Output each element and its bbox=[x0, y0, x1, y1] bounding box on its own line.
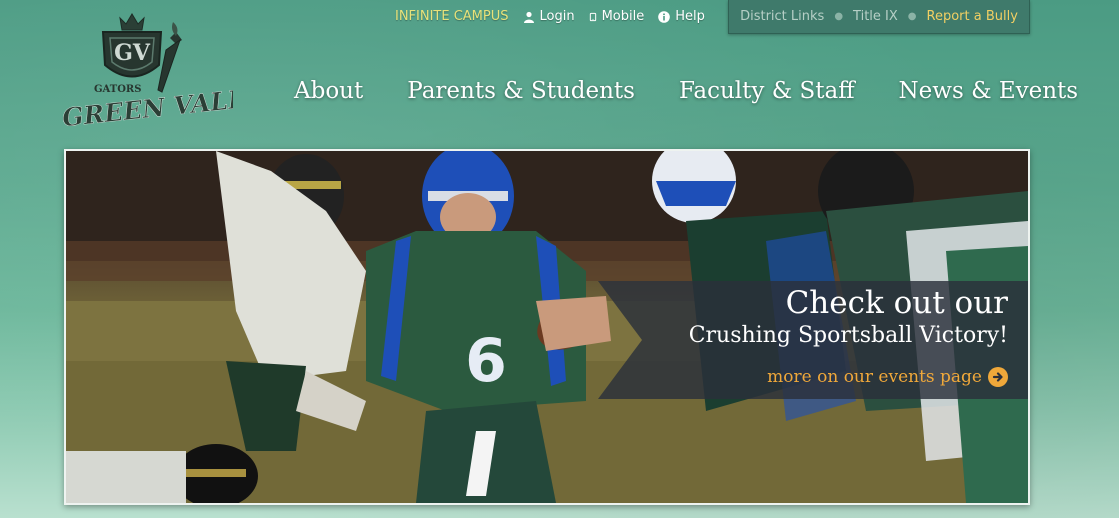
help-label: Help bbox=[675, 9, 705, 24]
nav-item-about[interactable]: About bbox=[294, 78, 363, 104]
nav-item-faculty-staff[interactable]: Faculty & Staff bbox=[679, 78, 855, 104]
info-icon bbox=[658, 10, 671, 23]
utility-bar: INFINITE CAMPUS Login Mobile Help bbox=[395, 9, 705, 24]
logo-main-text: GREEN VALLEY bbox=[61, 80, 233, 132]
hero-caption-banner: Check out our Crushing Sportsball Victor… bbox=[598, 281, 1028, 399]
infinite-campus-label: INFINITE CAMPUS bbox=[395, 9, 509, 24]
login-link[interactable]: Login bbox=[523, 9, 575, 24]
separator-dot: ● bbox=[834, 11, 844, 22]
district-links-link[interactable]: District Links bbox=[740, 9, 824, 24]
infinite-campus-link[interactable]: INFINITE CAMPUS bbox=[395, 9, 509, 24]
hero-subtitle: Crushing Sportsball Victory! bbox=[688, 323, 1008, 348]
logo-top-text: GATORS bbox=[94, 84, 141, 95]
events-page-link-label: more on our events page bbox=[767, 367, 982, 387]
mobile-phone-icon bbox=[589, 12, 596, 21]
district-links-bar: District Links ● Title IX ● Report a Bul… bbox=[728, 0, 1030, 34]
mobile-label: Mobile bbox=[601, 9, 645, 24]
arrow-right-icon bbox=[988, 367, 1008, 387]
title-ix-link[interactable]: Title IX bbox=[853, 9, 898, 24]
login-label: Login bbox=[539, 9, 575, 24]
hero-title: Check out our bbox=[785, 285, 1008, 321]
main-nav: About Parents & Students Faculty & Staff… bbox=[294, 78, 1078, 104]
nav-item-news-events[interactable]: News & Events bbox=[899, 78, 1079, 104]
gator-crest-icon: GV GATORS GREEN VALLEY bbox=[61, 13, 286, 133]
events-page-link[interactable]: more on our events page bbox=[767, 367, 1008, 387]
help-link[interactable]: Help bbox=[658, 9, 705, 24]
separator-dot: ● bbox=[907, 11, 917, 22]
nav-item-parents-students[interactable]: Parents & Students bbox=[407, 78, 635, 104]
report-bully-link[interactable]: Report a Bully bbox=[927, 9, 1018, 24]
hero-slide[interactable]: 6 Check out our Crushing Sportsball Vict… bbox=[64, 149, 1030, 505]
mobile-link[interactable]: Mobile bbox=[589, 9, 645, 24]
svg-text:GV: GV bbox=[114, 40, 151, 66]
svg-text:6: 6 bbox=[465, 326, 507, 396]
user-icon bbox=[523, 11, 534, 23]
school-logo[interactable]: GV GATORS GREEN VALLEY bbox=[58, 10, 286, 135]
